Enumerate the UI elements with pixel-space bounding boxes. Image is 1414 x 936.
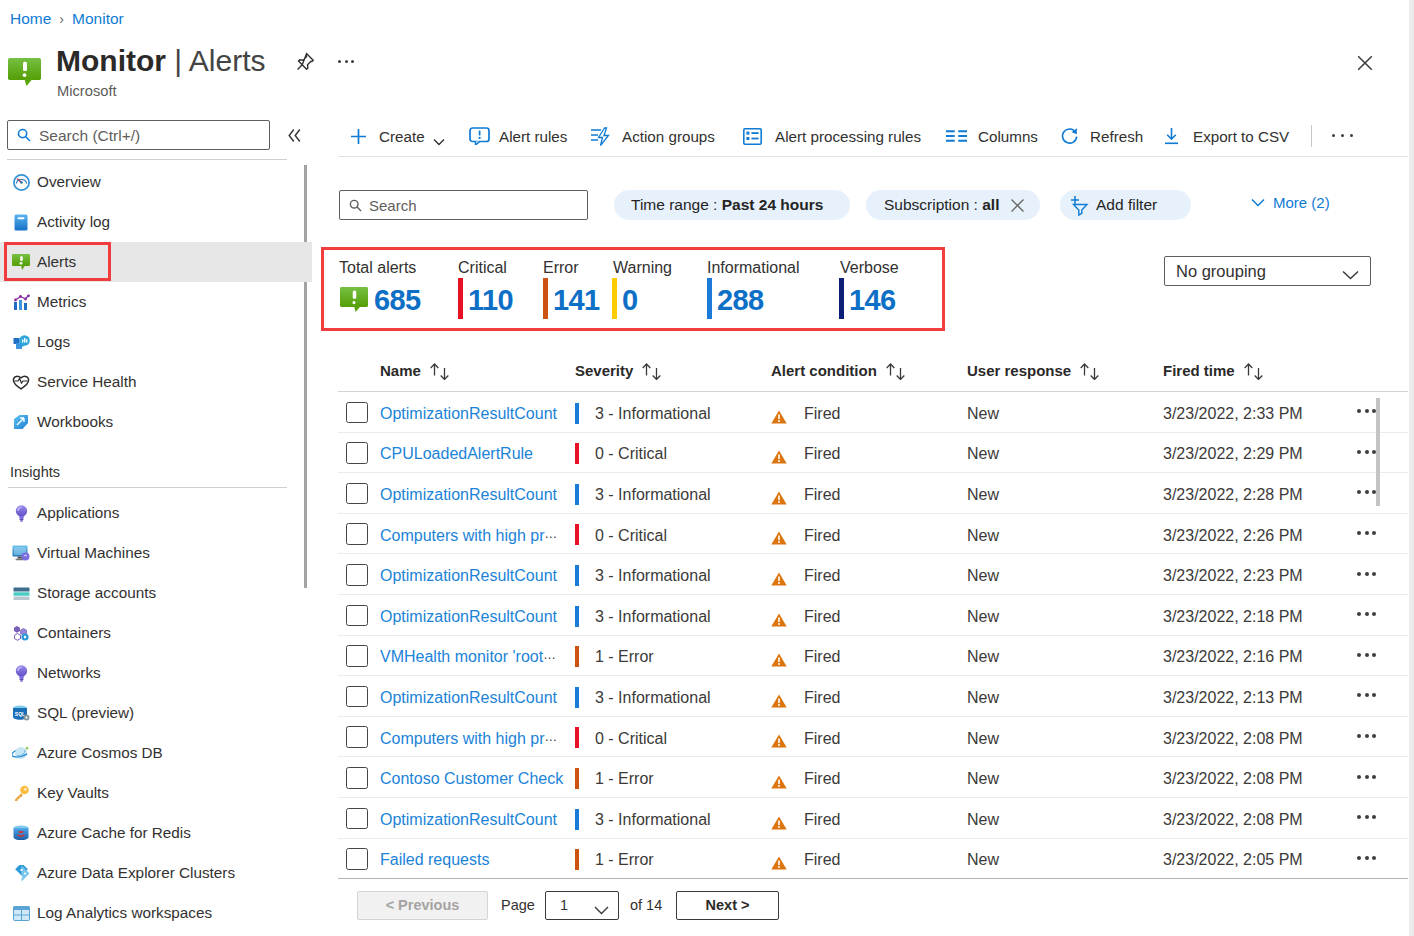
svg-text:SQL: SQL	[15, 711, 25, 717]
